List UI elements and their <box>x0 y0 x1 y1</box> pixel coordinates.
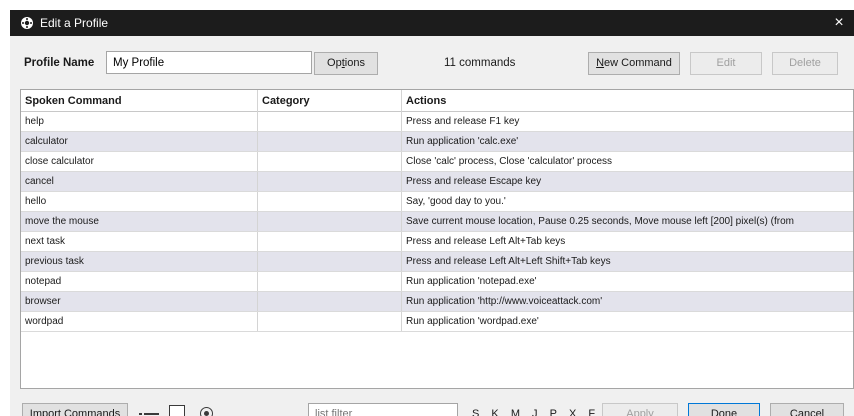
profile-name-input[interactable] <box>106 51 312 74</box>
cell-spoken-command: previous task <box>21 252 258 271</box>
done-button[interactable]: Done <box>688 403 760 416</box>
filter-letter-m[interactable]: M <box>511 408 521 416</box>
cell-actions: Run application 'calc.exe' <box>406 136 519 147</box>
cell-category <box>258 252 402 271</box>
cell-actions: Press and release Left Alt+Tab keys <box>406 236 566 247</box>
cell-spoken-command: notepad <box>21 272 258 291</box>
import-label-part: mport Commands <box>32 408 121 416</box>
app-gear-icon <box>21 17 33 29</box>
edit-button[interactable]: Edit <box>690 52 762 75</box>
table-row[interactable]: move the mouse Save current mouse locatio… <box>21 212 853 232</box>
title-bar: Edit a Profile × <box>10 10 854 36</box>
cell-actions: Say, 'good day to you.' <box>406 196 506 207</box>
list-filter-input[interactable] <box>308 403 458 416</box>
apply-button[interactable]: Apply <box>602 403 678 416</box>
filter-letter-f[interactable]: F <box>588 408 596 416</box>
table-row[interactable]: close calculator Close 'calc' process, Cl… <box>21 152 853 172</box>
table-row[interactable]: cancel Press and release Escape key <box>21 172 853 192</box>
table-row[interactable]: help Press and release F1 key <box>21 112 853 132</box>
table-row[interactable]: previous task Press and release Left Alt+… <box>21 252 853 272</box>
filter-letter-s[interactable]: S <box>472 408 480 416</box>
cell-category <box>258 232 402 251</box>
cell-actions: Press and release F1 key <box>406 116 520 127</box>
table-row[interactable]: browser Run application 'http://www.voice… <box>21 292 853 312</box>
options-label-part: ions <box>344 57 365 69</box>
done-label-part: D <box>710 408 719 416</box>
radio-icon[interactable] <box>200 407 213 416</box>
window-title: Edit a Profile <box>40 16 109 30</box>
cell-category <box>258 132 402 151</box>
cell-spoken-command: hello <box>21 192 258 211</box>
filter-letter-k[interactable]: K <box>491 408 499 416</box>
column-header-spoken-command[interactable]: Spoken Command <box>21 90 258 112</box>
square-icon[interactable] <box>169 405 185 416</box>
cell-category <box>258 172 402 191</box>
filter-letter-p[interactable]: P <box>550 408 558 416</box>
cell-spoken-command: wordpad <box>21 312 258 331</box>
table-row[interactable]: wordpad Run application 'wordpad.exe' <box>21 312 853 332</box>
cell-actions: Run application 'http://www.voiceattack.… <box>406 296 603 307</box>
table-header: Spoken Command Category Actions <box>21 90 853 112</box>
table-row[interactable]: calculator Run application 'calc.exe' <box>21 132 853 152</box>
new-command-button[interactable]: New Command <box>588 52 680 75</box>
column-header-actions[interactable]: Actions <box>402 90 853 112</box>
cell-spoken-command: close calculator <box>21 152 258 171</box>
profile-name-label: Profile Name <box>24 57 95 69</box>
cell-actions: Save current mouse location, Pause 0.25 … <box>406 216 794 227</box>
column-header-category[interactable]: Category <box>258 90 402 112</box>
import-commands-button[interactable]: Import Commands <box>22 403 128 416</box>
filter-letter-x[interactable]: X <box>569 408 577 416</box>
cell-category <box>258 192 402 211</box>
cell-category <box>258 112 402 131</box>
cell-category <box>258 272 402 291</box>
new-command-label-part: ew Command <box>604 57 672 69</box>
cell-actions: Press and release Left Alt+Left Shift+Ta… <box>406 256 611 267</box>
cell-spoken-command: help <box>21 112 258 131</box>
new-command-label-key: N <box>596 57 605 69</box>
cell-spoken-command: browser <box>21 292 258 311</box>
cancel-label-part: ancel <box>797 408 825 416</box>
edit-profile-dialog: Edit a Profile × Profile Name Options 11… <box>10 10 854 416</box>
cell-spoken-command: calculator <box>21 132 258 151</box>
commands-table[interactable]: Spoken Command Category Actions help Pres… <box>20 89 854 389</box>
cell-actions: Close 'calc' process, Close 'calculator'… <box>406 156 613 167</box>
cell-category <box>258 312 402 331</box>
cell-actions: Run application 'wordpad.exe' <box>406 316 539 327</box>
cell-category <box>258 212 402 231</box>
close-icon[interactable]: × <box>824 10 854 36</box>
cell-actions: Press and release Escape key <box>406 176 542 187</box>
cancel-button[interactable]: Cancel <box>770 403 844 416</box>
table-row[interactable]: next task Press and release Left Alt+Tab … <box>21 232 853 252</box>
delete-button[interactable]: Delete <box>772 52 838 75</box>
command-count: 11 commands <box>444 57 516 69</box>
background-strip <box>0 0 854 10</box>
options-label-part: Op <box>327 57 342 69</box>
cell-actions: Run application 'notepad.exe' <box>406 276 537 287</box>
radio-dot <box>204 411 209 416</box>
table-row[interactable]: notepad Run application 'notepad.exe' <box>21 272 853 292</box>
cell-category <box>258 292 402 311</box>
options-button[interactable]: Options <box>314 52 378 75</box>
dash-line-icon[interactable] <box>139 413 159 415</box>
cancel-label-key: C <box>789 408 798 416</box>
cell-spoken-command: move the mouse <box>21 212 258 231</box>
table-row[interactable]: hello Say, 'good day to you.' <box>21 192 853 212</box>
cell-category <box>258 152 402 171</box>
filter-letters: S K M J P X F <box>472 408 603 416</box>
cell-spoken-command: next task <box>21 232 258 251</box>
done-label-part: ne <box>724 408 738 416</box>
cell-spoken-command: cancel <box>21 172 258 191</box>
filter-letter-j[interactable]: J <box>532 408 539 416</box>
